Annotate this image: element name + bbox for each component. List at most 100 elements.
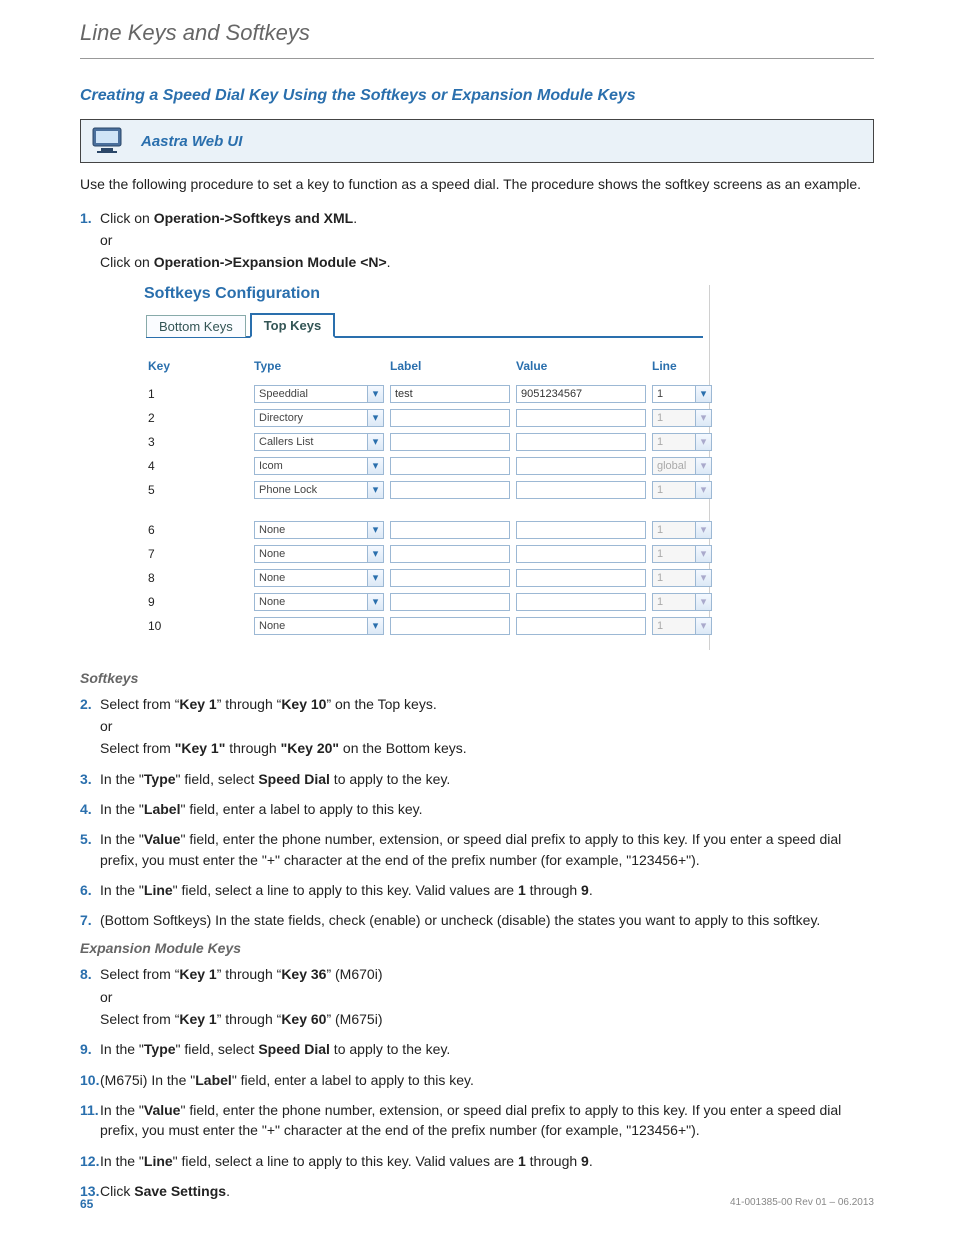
revision-text: 41-001385-00 Rev 01 – 06.2013 [730,1197,874,1211]
type-select[interactable]: Directory▾ [254,409,384,427]
page-number: 65 [80,1197,93,1211]
grid-row: 5Phone Lock▾1▾ [146,478,703,502]
label-input[interactable] [390,433,510,451]
label-input[interactable] [390,481,510,499]
callout-aastra-web-ui: Aastra Web UI [80,119,874,163]
step-number: 1. [80,208,92,228]
intro-paragraph: Use the following procedure to set a key… [80,175,874,194]
type-select[interactable]: None▾ [254,545,384,563]
grid-header: Key Type Label Value Line [146,356,703,382]
line-select[interactable]: 1▾ [652,385,712,403]
value-input[interactable]: 9051234567 [516,385,646,403]
type-select[interactable]: Speeddial▾ [254,385,384,403]
value-input[interactable] [516,433,646,451]
value-input[interactable] [516,521,646,539]
chevron-down-icon: ▾ [695,482,711,498]
chevron-down-icon: ▾ [695,594,711,610]
line-select: 1▾ [652,521,712,539]
chevron-down-icon: ▾ [695,522,711,538]
step-10: 10. (M675i) In the "Label" field, enter … [80,1070,874,1090]
step-12: 12. In the "Line" field, select a line t… [80,1151,874,1171]
value-input[interactable] [516,617,646,635]
softkeys-subheading: Softkeys [80,670,874,686]
grid-row: 6None▾1▾ [146,518,703,542]
step-6: 6. In the "Line" field, select a line to… [80,880,874,900]
value-input[interactable] [516,593,646,611]
grid-row: 3Callers List▾1▾ [146,430,703,454]
label-input[interactable]: test [390,385,510,403]
chevron-down-icon: ▾ [695,410,711,426]
step-5: 5. In the "Value" field, enter the phone… [80,829,874,870]
chevron-down-icon: ▾ [695,386,711,402]
type-select[interactable]: Phone Lock▾ [254,481,384,499]
type-select[interactable]: None▾ [254,593,384,611]
value-input[interactable] [516,457,646,475]
chevron-down-icon: ▾ [367,410,383,426]
grid-row: 9None▾1▾ [146,590,703,614]
tabs: Bottom Keys Top Keys [146,311,703,338]
softkeys-config-screenshot: Softkeys Configuration Bottom Keys Top K… [140,285,710,650]
value-input[interactable] [516,569,646,587]
grid-row: 8None▾1▾ [146,566,703,590]
label-input[interactable] [390,457,510,475]
type-select[interactable]: Callers List▾ [254,433,384,451]
step-8: 8. Select from “Key 1” through “Key 36” … [80,964,874,1029]
step-11: 11. In the "Value" field, enter the phon… [80,1100,874,1141]
page-header: Line Keys and Softkeys [80,20,874,59]
page-footer: 65 41-001385-00 Rev 01 – 06.2013 [80,1197,874,1211]
value-input[interactable] [516,545,646,563]
chevron-down-icon: ▾ [367,386,383,402]
col-type: Type [254,359,384,373]
type-select[interactable]: None▾ [254,617,384,635]
type-select[interactable]: Icom▾ [254,457,384,475]
step-7: 7. (Bottom Softkeys) In the state fields… [80,910,874,930]
label-input[interactable] [390,569,510,587]
chevron-down-icon: ▾ [367,434,383,450]
grid-row: 4Icom▾global▾ [146,454,703,478]
value-input[interactable] [516,409,646,427]
step-4: 4. In the "Label" field, enter a label t… [80,799,874,819]
col-label: Label [390,359,510,373]
label-input[interactable] [390,409,510,427]
chevron-down-icon: ▾ [695,570,711,586]
section-title: Creating a Speed Dial Key Using the Soft… [80,87,874,105]
step-3: 3. In the "Type" field, select Speed Dia… [80,769,874,789]
line-select: global▾ [652,457,712,475]
chevron-down-icon: ▾ [695,434,711,450]
type-select[interactable]: None▾ [254,521,384,539]
label-input[interactable] [390,545,510,563]
line-select: 1▾ [652,617,712,635]
expansion-subheading: Expansion Module Keys [80,940,874,956]
chevron-down-icon: ▾ [367,458,383,474]
cell-key: 10 [148,619,248,633]
monitor-icon [91,126,127,156]
cell-key: 3 [148,435,248,449]
col-value: Value [516,359,646,373]
label-input[interactable] [390,617,510,635]
cell-key: 2 [148,411,248,425]
tab-bottom-keys[interactable]: Bottom Keys [146,315,246,337]
step-9: 9. In the "Type" field, select Speed Dia… [80,1039,874,1059]
line-select: 1▾ [652,569,712,587]
chevron-down-icon: ▾ [367,482,383,498]
chevron-down-icon: ▾ [695,618,711,634]
label-input[interactable] [390,593,510,611]
label-input[interactable] [390,521,510,539]
tab-top-keys[interactable]: Top Keys [250,313,336,338]
chevron-down-icon: ▾ [367,618,383,634]
value-input[interactable] [516,481,646,499]
chevron-down-icon: ▾ [367,522,383,538]
callout-title: Aastra Web UI [141,133,242,150]
grid-row: 2Directory▾1▾ [146,406,703,430]
line-select: 1▾ [652,593,712,611]
cell-key: 9 [148,595,248,609]
cell-key: 7 [148,547,248,561]
step-2: 2. Select from “Key 1” through “Key 10” … [80,694,874,759]
chevron-down-icon: ▾ [695,546,711,562]
line-select: 1▾ [652,481,712,499]
type-select[interactable]: None▾ [254,569,384,587]
chevron-down-icon: ▾ [367,594,383,610]
cell-key: 6 [148,523,248,537]
col-key: Key [148,359,248,373]
softkeys-config-title: Softkeys Configuration [144,285,709,303]
